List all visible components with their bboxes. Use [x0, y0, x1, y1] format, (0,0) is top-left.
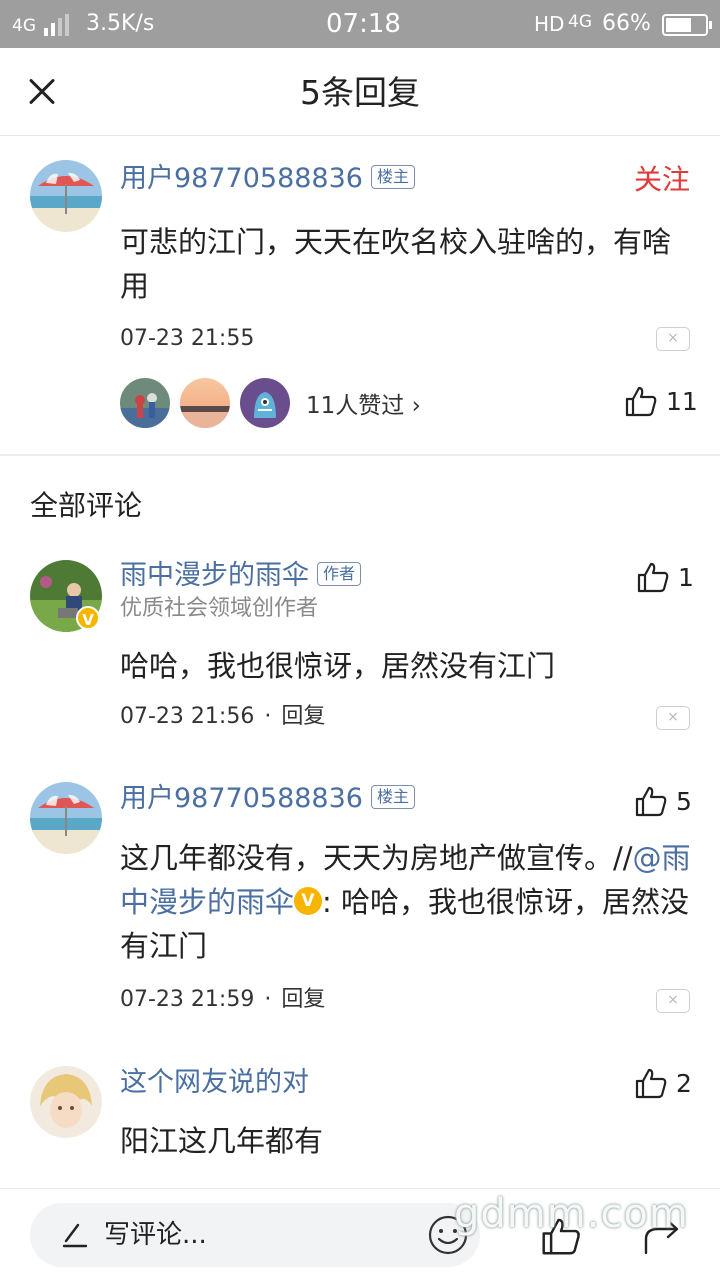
author-subtitle: 优质社会领域创作者	[120, 596, 319, 621]
watermark: gdmm.com	[454, 1191, 689, 1237]
like-button[interactable]: 11	[624, 384, 698, 418]
likers-row[interactable]: 11人赞过 ›	[120, 378, 421, 428]
reply-text: 这几年都没有，天天为房地产做宣传。//@雨中漫步的雨伞 V: 哈哈，我也很惊讶，居…	[120, 836, 692, 968]
avatar[interactable]	[30, 160, 102, 232]
liker-avatar[interactable]	[120, 378, 170, 428]
follow-button[interactable]: 关注	[634, 162, 690, 198]
likes-summary[interactable]: 11人赞过 ›	[306, 386, 421, 420]
reply-time: 07-23 21:56	[120, 704, 255, 729]
username[interactable]: 用户98770588836	[120, 783, 363, 814]
liker-avatar[interactable]	[240, 378, 290, 428]
username[interactable]: 这个网友说的对	[120, 1067, 309, 1098]
report-icon[interactable]: ×	[656, 706, 690, 730]
reply-link[interactable]: 回复	[281, 704, 325, 729]
network-type-right: 4G	[568, 12, 592, 32]
liker-avatar[interactable]	[180, 378, 230, 428]
reply-text: 阳江这几年都有	[120, 1124, 324, 1158]
username[interactable]: 用户98770588836	[120, 163, 363, 194]
report-icon[interactable]: ×	[656, 327, 690, 351]
op-badge: 楼主	[370, 784, 415, 809]
divider	[0, 454, 720, 456]
avatar[interactable]	[30, 1066, 102, 1138]
comment-time: 07-23 21:55	[120, 326, 255, 351]
reply-link[interactable]: 回复	[281, 987, 325, 1012]
comment-input[interactable]: 写评论...	[30, 1203, 480, 1267]
reply-text-main: 这几年都没有，天天为房地产做宣传。//	[120, 841, 633, 875]
comment-text: 可悲的江门，天天在吹名校入驻啥的，有啥用	[120, 225, 672, 303]
like-button[interactable]: 1	[636, 560, 694, 594]
reply-time: 07-23 21:59	[120, 987, 255, 1012]
verified-badge: V	[76, 606, 100, 630]
section-title: 全部评论	[30, 489, 143, 522]
battery-percent: 66%	[602, 11, 651, 36]
verified-badge: V	[294, 887, 323, 915]
meta-separator: ·	[264, 987, 272, 1012]
like-count: 11	[666, 386, 698, 416]
like-count: 2	[676, 1068, 692, 1098]
battery-icon	[662, 14, 712, 36]
like-count: 1	[678, 562, 694, 592]
thumbs-up-icon	[635, 1068, 667, 1099]
op-badge: 楼主	[370, 164, 415, 189]
reply-author[interactable]: 用户98770588836 楼主	[120, 781, 415, 817]
author-badge: 作者	[317, 561, 362, 586]
avatar[interactable]	[30, 782, 102, 854]
thumbs-up-icon	[625, 386, 657, 417]
signal-icon	[44, 14, 69, 36]
like-button[interactable]: 2	[634, 1066, 692, 1100]
reply-author[interactable]: 这个网友说的对	[120, 1065, 309, 1101]
report-icon[interactable]: ×	[656, 989, 690, 1013]
reply-author[interactable]: 雨中漫步的雨伞 作者	[120, 558, 362, 594]
sheet-header: 5条回复	[0, 48, 720, 136]
username[interactable]: 雨中漫步的雨伞	[120, 560, 309, 591]
network-speed: 3.5K/s	[86, 11, 155, 36]
meta-separator: ·	[264, 704, 272, 729]
reply-meta: 07-23 21:59 · 回复	[120, 985, 325, 1015]
status-bar: 4G 3.5K/s 07:18 HD 4G 66%	[0, 0, 720, 48]
like-count: 5	[676, 786, 692, 816]
reply-meta: 07-23 21:56 · 回复	[120, 702, 325, 732]
replies-sheet: 5条回复 用户98770588836 楼主 关注 可悲的江门，天天在吹名校入驻啥的…	[0, 48, 720, 1280]
page-title: 5条回复	[300, 73, 420, 112]
hd-indicator: HD	[534, 12, 565, 36]
thumbs-up-icon	[637, 562, 669, 593]
comment-placeholder: 写评论...	[104, 1220, 207, 1250]
network-type: 4G	[12, 16, 36, 36]
comment-author[interactable]: 用户98770588836 楼主	[120, 161, 415, 197]
like-button[interactable]: 5	[634, 784, 692, 818]
thumbs-up-icon	[635, 786, 667, 817]
reply-text: 哈哈，我也很惊讶，居然没有江门	[120, 649, 556, 683]
pen-icon	[62, 1223, 88, 1248]
clock: 07:18	[326, 9, 401, 39]
